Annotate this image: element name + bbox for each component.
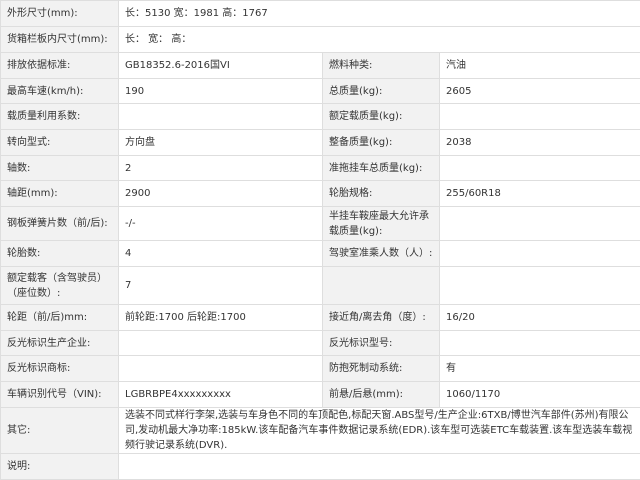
spec-label: 外形尺寸(mm): xyxy=(1,1,119,27)
spec-value: 7 xyxy=(119,267,323,305)
spec-value: 4 xyxy=(119,241,323,267)
spec-value: 255/60R18 xyxy=(440,181,640,207)
spec-value: 16/20 xyxy=(440,305,640,331)
spec-value xyxy=(440,331,640,356)
spec-value xyxy=(440,241,640,267)
spec-label: 半挂车鞍座最大允许承载质量(kg): xyxy=(323,207,440,241)
table-row: 最高车速(km/h):190总质量(kg):2605 xyxy=(1,79,640,104)
spec-value: LGBRBPE4xxxxxxxxx xyxy=(119,382,323,408)
table-row: 轴距(mm):2900轮胎规格:255/60R18 xyxy=(1,181,640,207)
spec-label: 轮距（前/后)mm: xyxy=(1,305,119,331)
spec-value xyxy=(440,207,640,241)
spec-value: 选装不同式样行李架,选装与车身色不同的车顶配色,标配天窗.ABS型号/生产企业:… xyxy=(119,408,640,454)
spec-value: 汽油 xyxy=(440,53,640,79)
table-row: 外形尺寸(mm):长：5130 宽：1981 高：1767 xyxy=(1,1,640,27)
spec-label: 说明: xyxy=(1,454,119,480)
spec-value: 2605 xyxy=(440,79,640,104)
spec-value xyxy=(440,104,640,130)
table-row: 其它:选装不同式样行李架,选装与车身色不同的车顶配色,标配天窗.ABS型号/生产… xyxy=(1,408,640,454)
spec-value: 前轮距:1700 后轮距:1700 xyxy=(119,305,323,331)
table-row: 反光标识生产企业: 反光标识型号: xyxy=(1,331,640,356)
spec-label: 额定载质量(kg): xyxy=(323,104,440,130)
spec-value xyxy=(119,104,323,130)
spec-label: 接近角/离去角（度）: xyxy=(323,305,440,331)
table-row: 反光标识商标: 防抱死制动系统:有 xyxy=(1,356,640,382)
spec-label: 反光标识商标: xyxy=(1,356,119,382)
spec-value: 长： 宽： 高： xyxy=(119,27,640,53)
spec-value xyxy=(440,156,640,181)
spec-label: 货箱栏板内尺寸(mm): xyxy=(1,27,119,53)
spec-label: 排放依据标准: xyxy=(1,53,119,79)
spec-value: GB18352.6-2016国VI xyxy=(119,53,323,79)
table-row: 转向型式:方向盘整备质量(kg):2038 xyxy=(1,130,640,156)
spec-label: 转向型式: xyxy=(1,130,119,156)
table-row: 钢板弹簧片数（前/后):-/-半挂车鞍座最大允许承载质量(kg): xyxy=(1,207,640,241)
table-row: 排放依据标准:GB18352.6-2016国VI燃料种类:汽油 xyxy=(1,53,640,79)
spec-label: 轴数: xyxy=(1,156,119,181)
spec-value: 190 xyxy=(119,79,323,104)
spec-label: 燃料种类: xyxy=(323,53,440,79)
spec-value xyxy=(119,331,323,356)
table-row: 车辆识别代号（VIN):LGBRBPE4xxxxxxxxx前悬/后悬(mm):1… xyxy=(1,382,640,408)
spec-value: -/- xyxy=(119,207,323,241)
spec-value xyxy=(440,267,640,305)
table-row: 货箱栏板内尺寸(mm):长： 宽： 高： xyxy=(1,27,640,53)
spec-label: 轴距(mm): xyxy=(1,181,119,207)
spec-label: 反光标识生产企业: xyxy=(1,331,119,356)
spec-label: 车辆识别代号（VIN): xyxy=(1,382,119,408)
spec-label: 防抱死制动系统: xyxy=(323,356,440,382)
spec-label: 其它: xyxy=(1,408,119,454)
spec-value: 1060/1170 xyxy=(440,382,640,408)
spec-value: 2 xyxy=(119,156,323,181)
spec-value: 2900 xyxy=(119,181,323,207)
spec-label: 驾驶室准乘人数（人）: xyxy=(323,241,440,267)
spec-label: 准拖挂车总质量(kg): xyxy=(323,156,440,181)
spec-value: 2038 xyxy=(440,130,640,156)
spec-label: 钢板弹簧片数（前/后): xyxy=(1,207,119,241)
spec-label: 前悬/后悬(mm): xyxy=(323,382,440,408)
spec-label: 反光标识型号: xyxy=(323,331,440,356)
table-row: 载质量利用系数: 额定载质量(kg): xyxy=(1,104,640,130)
table-row: 额定载客（含驾驶员）（座位数）:7 xyxy=(1,267,640,305)
spec-label: 总质量(kg): xyxy=(323,79,440,104)
spec-value xyxy=(119,356,323,382)
spec-value: 有 xyxy=(440,356,640,382)
table-row: 轮胎数:4驾驶室准乘人数（人）: xyxy=(1,241,640,267)
table-row: 轮距（前/后)mm:前轮距:1700 后轮距:1700接近角/离去角（度）:16… xyxy=(1,305,640,331)
table-row: 说明: xyxy=(1,454,640,480)
spec-value: 方向盘 xyxy=(119,130,323,156)
spec-label: 整备质量(kg): xyxy=(323,130,440,156)
spec-value xyxy=(119,454,640,480)
spec-label: 轮胎数: xyxy=(1,241,119,267)
spec-label: 最高车速(km/h): xyxy=(1,79,119,104)
spec-label xyxy=(323,267,440,305)
spec-label: 载质量利用系数: xyxy=(1,104,119,130)
vehicle-spec-table-container: 外形尺寸(mm):长：5130 宽：1981 高：1767货箱栏板内尺寸(mm)… xyxy=(0,0,640,479)
table-row: 轴数:2准拖挂车总质量(kg): xyxy=(1,156,640,181)
spec-label: 额定载客（含驾驶员）（座位数）: xyxy=(1,267,119,305)
vehicle-spec-table: 外形尺寸(mm):长：5130 宽：1981 高：1767货箱栏板内尺寸(mm)… xyxy=(0,0,640,480)
spec-value: 长：5130 宽：1981 高：1767 xyxy=(119,1,640,27)
spec-label: 轮胎规格: xyxy=(323,181,440,207)
